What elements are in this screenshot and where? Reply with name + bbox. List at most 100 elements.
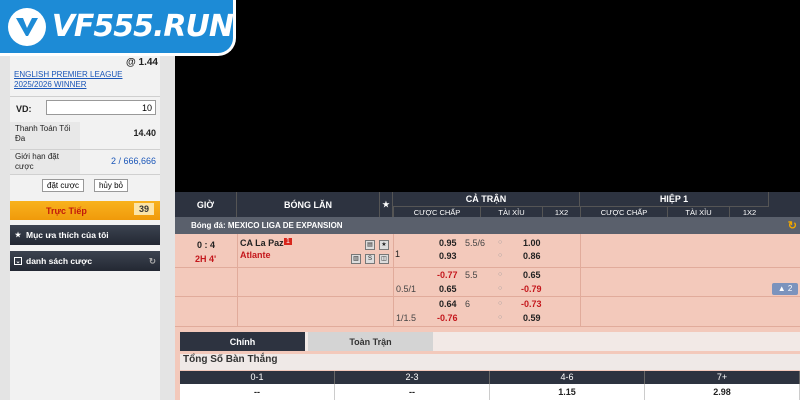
- sub-hdp-half: CƯỢC CHẤP: [580, 206, 667, 217]
- live-label: Trực Tiếp: [46, 205, 87, 216]
- logo-v-icon: [8, 7, 46, 46]
- bet-list-label: danh sách cược: [26, 256, 93, 266]
- total-goals-odd[interactable]: --: [335, 384, 490, 400]
- grid-line: [175, 267, 800, 268]
- total-goals-title: Tổng Số Bàn Thắng: [180, 354, 800, 370]
- dot-icon: ○: [498, 285, 503, 292]
- ou-over-1[interactable]: 0.65: [523, 270, 541, 280]
- grid-line: [580, 234, 581, 326]
- sub-1x2-half: 1X2: [729, 206, 769, 217]
- bet-slip-actions: đặt cược hủy bỏ: [10, 175, 160, 195]
- star-icon: ★: [14, 232, 22, 239]
- ou-line-1: 5.5: [465, 270, 478, 280]
- market-tabs: Chính Toàn Trận: [180, 332, 800, 351]
- home-team[interactable]: CA La Paz: [240, 238, 284, 248]
- max-payout-label: Thanh Toán Tối Đa: [10, 122, 80, 149]
- ou-line-2: 6: [465, 299, 471, 309]
- chevron-down-icon: ⌄: [14, 257, 22, 265]
- star-icon[interactable]: ★: [377, 238, 389, 250]
- dot-icon: ○: [498, 300, 503, 307]
- statistics-icon[interactable]: S: [363, 252, 375, 264]
- scoreboard-icon[interactable]: ▥: [349, 252, 361, 264]
- total-goals-odd[interactable]: 2.98: [645, 384, 800, 400]
- place-bet-button[interactable]: đặt cược: [42, 178, 84, 192]
- grid-line: [237, 234, 238, 326]
- brand-logo[interactable]: VF555.RUN: [0, 0, 236, 56]
- league-header[interactable]: Bóng đá: MEXICO LIGA DE EXPANSION ↻: [175, 217, 800, 234]
- more-bets-button[interactable]: ▲ 2: [772, 283, 798, 295]
- star-icon[interactable]: ★: [380, 192, 393, 217]
- draw-label: 1: [395, 249, 401, 259]
- refresh-icon[interactable]: ↻: [788, 219, 797, 232]
- away-team[interactable]: Atlante: [240, 250, 271, 260]
- total-goals-range: 2-3: [335, 371, 490, 384]
- total-goals-range: 4-6: [490, 371, 645, 384]
- header-full-match: CẢ TRẬN: [393, 192, 580, 206]
- live-count-badge: 39: [133, 203, 154, 215]
- hdp-away-2[interactable]: -0.76: [437, 313, 458, 323]
- stake-input[interactable]: [46, 100, 156, 115]
- hdp-line-2: 1/1.5: [396, 313, 417, 323]
- header-first-half: HIỆP 1: [580, 192, 769, 206]
- hdp-away-0[interactable]: 0.93: [439, 251, 457, 261]
- ou-under-0[interactable]: 0.86: [523, 251, 541, 261]
- dot-icon: ○: [498, 314, 503, 321]
- dot-icon: ○: [498, 252, 503, 259]
- ou-under-1[interactable]: -0.79: [521, 284, 542, 294]
- logo-text: VF555.RUN: [51, 9, 234, 44]
- header-match: BÓNG LĂN: [237, 192, 380, 217]
- favorites-label: Mục ưa thích của tôi: [26, 230, 109, 240]
- grid-line: [175, 296, 800, 297]
- ou-over-2[interactable]: -0.73: [521, 299, 542, 309]
- total-goals-range: 7+: [645, 371, 800, 384]
- bet-selection-link[interactable]: ENGLISH PREMIER LEAGUE 2025/2026 WINNER: [14, 70, 159, 90]
- bet-limit-row: Giới hạn đặt cược 2 / 666,666: [10, 150, 160, 175]
- red-card-badge: 1: [284, 238, 292, 245]
- live-button[interactable]: Trực Tiếp 39: [10, 201, 160, 220]
- league-name: Bóng đá: MEXICO LIGA DE EXPANSION: [191, 221, 343, 230]
- bet-list-menu[interactable]: ⌄ danh sách cược ↻: [10, 251, 160, 271]
- cancel-bet-button[interactable]: hủy bỏ: [93, 178, 128, 192]
- odds-table-header: GIỜ BÓNG LĂN ★ CẢ TRẬN HIỆP 1 CƯỢC CHẤP …: [175, 192, 800, 217]
- header-time: GIỜ: [175, 192, 237, 217]
- live-tracker-icon[interactable]: ◫: [377, 252, 389, 264]
- tab-main[interactable]: Chính: [180, 332, 305, 351]
- odds-table: GIỜ BÓNG LĂN ★ CẢ TRẬN HIỆP 1 CƯỢC CHẤP …: [175, 192, 800, 400]
- divider: [10, 96, 160, 97]
- sub-ou-half: TÀI XỈU: [667, 206, 729, 217]
- dot-icon: ○: [498, 271, 503, 278]
- max-payout-value: 14.40: [133, 128, 156, 138]
- sub-hdp: CƯỢC CHẤP: [393, 206, 480, 217]
- total-goals-odds: -- -- 1.15 2.98: [180, 384, 800, 400]
- total-goals-range: 0-1: [180, 371, 335, 384]
- max-payout-row: Thanh Toán Tối Đa 14.40: [10, 122, 160, 150]
- header-match-label: BÓNG LĂN: [284, 199, 332, 210]
- stats-icon[interactable]: ▤: [363, 238, 375, 250]
- grid-line: [175, 326, 800, 327]
- bet-limit-value: 2 / 666,666: [110, 156, 156, 166]
- total-goals-odd[interactable]: --: [180, 384, 335, 400]
- match-score: 0 : 4: [197, 240, 216, 250]
- ou-line-0: 5.5/6: [465, 238, 486, 248]
- tab-full-match[interactable]: Toàn Trận: [308, 332, 433, 351]
- total-goals-header: 0-1 2-3 4-6 7+: [180, 371, 800, 384]
- grid-line: [393, 234, 394, 326]
- sub-ou: TÀI XỈU: [480, 206, 542, 217]
- refresh-icon[interactable]: ↻: [149, 256, 156, 267]
- bet-limit-label: Giới hạn đặt cược: [10, 150, 80, 174]
- favorites-menu[interactable]: ★ Mục ưa thích của tôi: [10, 225, 160, 245]
- bet-slip-panel: @ 1.44 ENGLISH PREMIER LEAGUE 2025/2026 …: [10, 0, 160, 400]
- total-goals-odd[interactable]: 1.15: [490, 384, 645, 400]
- hdp-home-1[interactable]: -0.77: [437, 270, 458, 280]
- hdp-home-2[interactable]: 0.64: [439, 299, 457, 309]
- hdp-away-1[interactable]: 0.65: [439, 284, 457, 294]
- hdp-home-0[interactable]: 0.95: [439, 238, 457, 248]
- ou-over-0[interactable]: 1.00: [523, 238, 541, 248]
- bet-odds: @ 1.44: [126, 57, 158, 68]
- dot-icon: ○: [498, 239, 503, 246]
- hdp-line-1: 0.5/1: [396, 284, 417, 294]
- stake-label: VD:: [16, 104, 32, 114]
- match-period: 2H 4': [195, 254, 217, 264]
- ou-under-2[interactable]: 0.59: [523, 313, 541, 323]
- sub-1x2: 1X2: [542, 206, 580, 217]
